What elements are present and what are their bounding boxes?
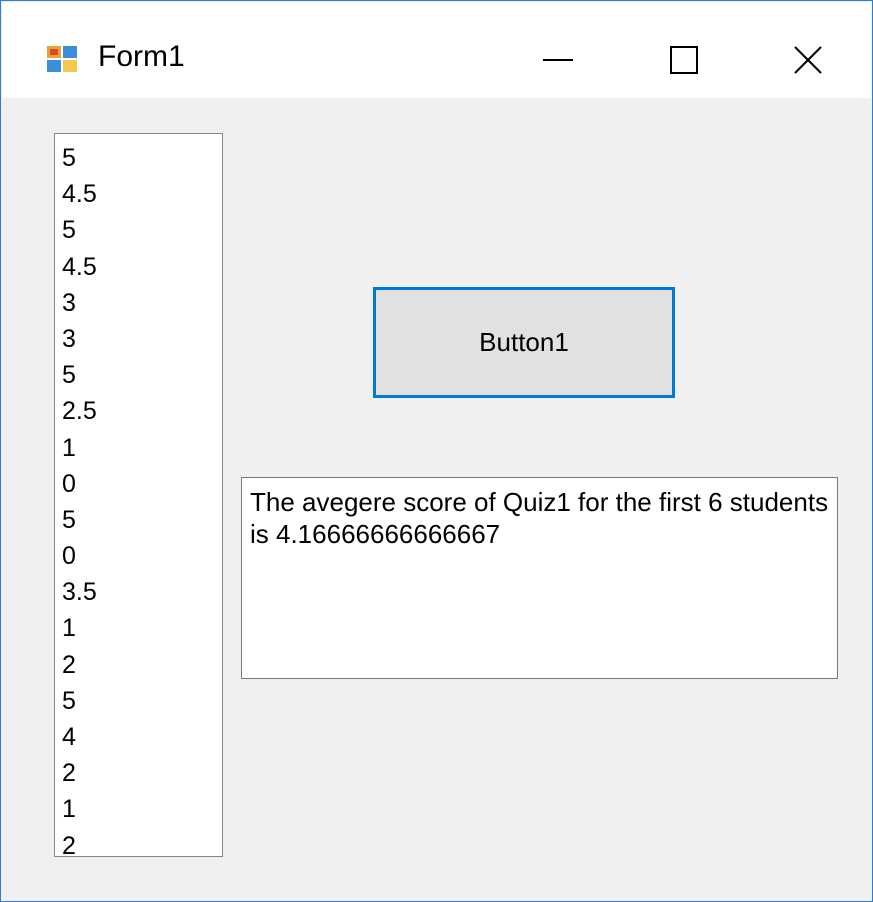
result-textbox[interactable]: The avegere score of Quiz1 for the first… [241,477,838,679]
maximize-button[interactable] [654,32,714,88]
minimize-icon [543,45,573,75]
list-item[interactable]: 5 [55,357,222,393]
list-item[interactable]: 1 [55,791,222,827]
list-item[interactable]: 4.5 [55,176,222,212]
list-item[interactable]: 4 [55,719,222,755]
list-item[interactable]: 3 [55,321,222,357]
list-item[interactable]: 2 [55,828,222,856]
list-item[interactable]: 2.5 [55,393,222,429]
windows-form-icon [46,45,78,73]
list-item[interactable]: 4.5 [55,249,222,285]
list-item[interactable]: 3 [55,285,222,321]
maximize-icon [670,46,698,74]
minimize-button[interactable] [528,32,588,88]
window-title: Form1 [98,40,185,73]
scores-listbox[interactable]: 5 4.5 5 4.5 3 3 5 2.5 1 0 5 0 3.5 1 2 5 4 2 1 2 [54,133,223,857]
list-item[interactable]: 0 [55,538,222,574]
close-button[interactable] [778,32,838,88]
form-window: Form1 5 4.5 5 4.5 3 3 5 2.5 1 0 5 0 3.5 1 2 5 4 2 1 2 Butto… [0,0,873,902]
list-item[interactable]: 5 [55,140,222,176]
listbox-items: 5 4.5 5 4.5 3 3 5 2.5 1 0 5 0 3.5 1 2 5 4 2 1 2 [55,134,222,856]
list-item[interactable]: 5 [55,683,222,719]
list-item[interactable]: 1 [55,610,222,646]
close-icon [793,45,823,75]
title-bar[interactable]: Form1 [2,2,871,98]
list-item[interactable]: 0 [55,466,222,502]
list-item[interactable]: 5 [55,212,222,248]
list-item[interactable]: 1 [55,430,222,466]
list-item[interactable]: 2 [55,647,222,683]
list-item[interactable]: 5 [55,502,222,538]
button1[interactable]: Button1 [373,287,675,398]
list-item[interactable]: 3.5 [55,574,222,610]
list-item[interactable]: 2 [55,755,222,791]
